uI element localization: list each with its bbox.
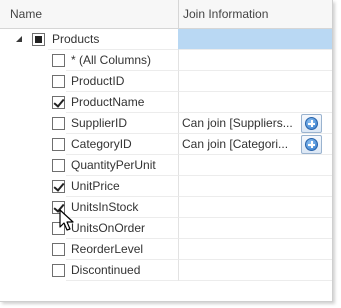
column-label: QuantityPerUnit [71,158,156,172]
column-checkbox[interactable] [52,264,65,277]
column-label: SupplierID [71,116,128,130]
column-checkbox[interactable] [52,138,65,151]
join-cell [178,50,332,71]
add-join-plus-icon [305,138,318,151]
join-cell [178,71,332,92]
table-checkbox-indeterminate[interactable] [32,33,45,46]
column-checkbox[interactable] [52,54,65,67]
column-checkbox-checked[interactable] [52,96,65,109]
tree-row-discontinued[interactable]: Discontinued [0,260,332,281]
column-checkbox[interactable] [52,243,65,256]
column-label: UnitPrice [71,179,120,193]
mouse-pointer-icon [59,209,74,231]
join-cell [178,155,332,176]
add-join-plus-icon [305,117,318,130]
tree-row-unitsinstock[interactable]: UnitsInStock [0,197,332,218]
column-checkbox-checked[interactable] [52,180,65,193]
tree-row-categoryid[interactable]: CategoryID Can join [Categori... [0,134,332,155]
join-cell [178,218,332,239]
column-label: UnitsInStock [71,200,139,214]
tree-row-productname[interactable]: ProductName [0,92,332,113]
column-checkbox[interactable] [52,159,65,172]
column-label: UnitsOnOrder [71,221,146,235]
add-join-button[interactable] [301,114,322,133]
column-label: Discontinued [71,263,141,277]
tree-row-supplierid[interactable]: SupplierID Can join [Suppliers... [0,113,332,134]
column-label: CategoryID [71,137,132,151]
column-label: * (All Columns) [71,53,152,67]
expanded-triangle-icon[interactable] [16,36,22,42]
join-info-text: Can join [Categori... [182,137,289,151]
join-cell [178,239,332,260]
tree-row-unitprice[interactable]: UnitPrice [0,176,332,197]
join-cell [178,260,332,281]
add-join-button[interactable] [301,135,322,154]
join-info-text: Can join [Suppliers... [182,116,293,130]
join-cell-selected[interactable] [178,29,332,50]
join-cell [178,197,332,218]
column-checkbox[interactable] [52,75,65,88]
query-builder-panel: Name Join Information Products * (All Co… [0,0,333,302]
column-label: ProductID [71,74,125,88]
column-header-name[interactable]: Name [0,0,178,29]
column-label: ReorderLevel [71,242,144,256]
grid-header: Name Join Information [0,0,332,29]
column-checkbox[interactable] [52,117,65,130]
join-cell [178,92,332,113]
tree-row-products[interactable]: Products [0,29,332,50]
tree-row-productid[interactable]: ProductID [0,71,332,92]
table-label: Products [52,32,100,46]
tree-row-all-columns[interactable]: * (All Columns) [0,50,332,71]
tree-row-quantityperunit[interactable]: QuantityPerUnit [0,155,332,176]
tree-row-unitsonorder[interactable]: UnitsOnOrder [0,218,332,239]
column-header-join-information[interactable]: Join Information [178,0,332,29]
tree-row-reorderlevel[interactable]: ReorderLevel [0,239,332,260]
column-label: ProductName [71,95,145,109]
join-cell [178,176,332,197]
